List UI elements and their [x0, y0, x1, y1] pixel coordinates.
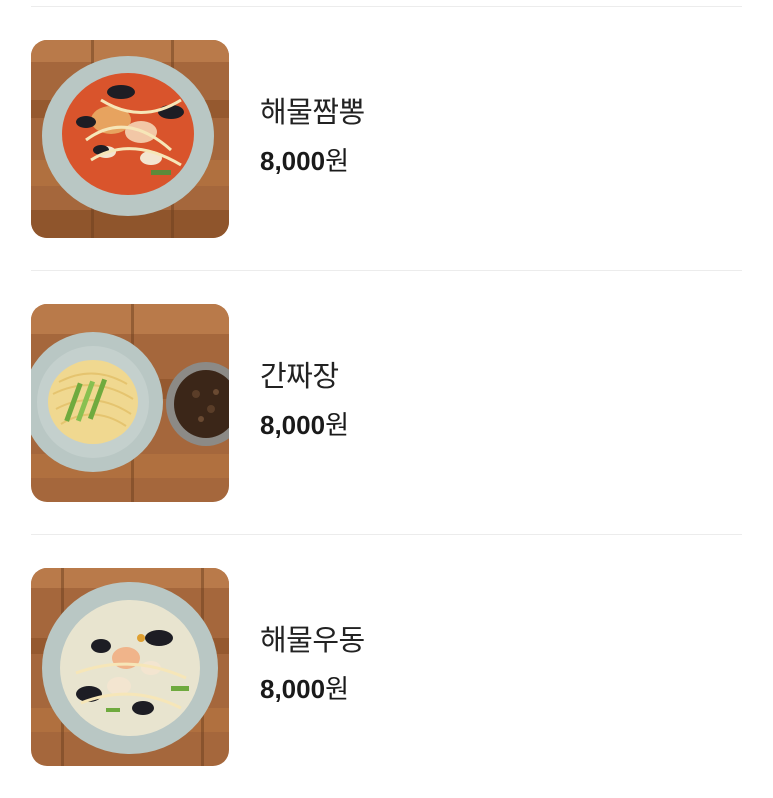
menu-item-info: 간짜장 8,000원 — [260, 359, 349, 441]
jjamppong-bowl-photo — [31, 40, 229, 238]
menu-item-name: 해물우동 — [260, 625, 365, 657]
menu-item-ganjjajang[interactable]: 간짜장 8,000원 — [31, 271, 742, 534]
menu-item-photo[interactable] — [31, 304, 229, 502]
seafood-udon-bowl-photo — [31, 568, 229, 766]
menu-item-price: 8,000원 — [260, 409, 349, 441]
menu-item-haemul-udon[interactable]: 해물우동 8,000원 — [31, 535, 742, 798]
menu-item-price: 8,000원 — [260, 673, 365, 705]
price-unit: 원 — [325, 410, 349, 440]
menu-item-photo[interactable] — [31, 40, 229, 238]
menu-item-name: 해물짬뽕 — [260, 97, 365, 129]
menu-item-price: 8,000원 — [260, 145, 365, 177]
menu-item-haemul-jjamppong[interactable]: 해물짬뽕 8,000원 — [31, 7, 742, 270]
menu-item-info: 해물짬뽕 8,000원 — [260, 95, 365, 177]
price-amount: 8,000 — [260, 674, 326, 704]
menu-item-info: 해물우동 8,000원 — [260, 623, 365, 705]
price-amount: 8,000 — [260, 410, 326, 440]
ganjjajang-plate-photo — [31, 304, 229, 502]
price-unit: 원 — [325, 674, 349, 704]
menu-item-name: 간짜장 — [260, 361, 339, 393]
menu-item-photo[interactable] — [31, 568, 229, 766]
menu-list: 해물짬뽕 8,000원 간짜장 8,000원 해물우동 8,000원 — [31, 0, 742, 798]
price-unit: 원 — [325, 146, 349, 176]
price-amount: 8,000 — [260, 146, 326, 176]
